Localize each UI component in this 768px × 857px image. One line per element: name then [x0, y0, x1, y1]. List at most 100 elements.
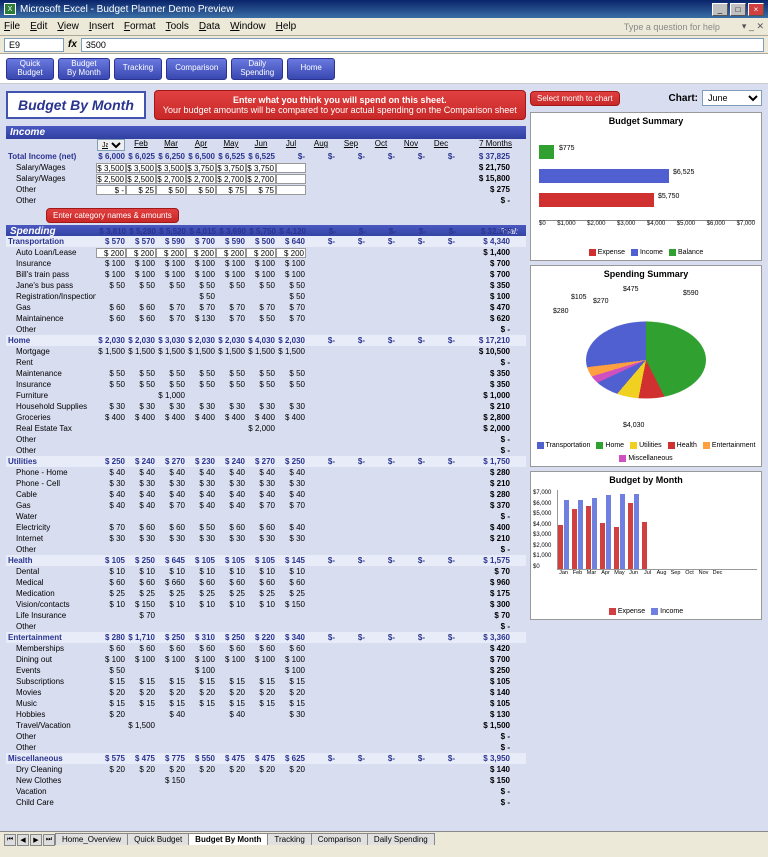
menu-window[interactable]: Window — [230, 21, 266, 32]
cell[interactable]: $ 50 — [96, 369, 126, 378]
menu-data[interactable]: Data — [199, 21, 220, 32]
cell[interactable]: $ 50 — [276, 369, 306, 378]
cell[interactable]: $ 30 — [156, 402, 186, 411]
cell[interactable]: $ 20 — [216, 765, 246, 774]
fx-icon[interactable]: fx — [68, 39, 77, 50]
cell[interactable]: $ 50 — [276, 292, 306, 301]
cell[interactable]: $ 40 — [276, 490, 306, 499]
cell[interactable]: $ 40 — [246, 468, 276, 477]
cell[interactable]: $ 50 — [186, 185, 216, 195]
cell[interactable]: $ 50 — [186, 380, 216, 389]
cell[interactable]: $ 40 — [276, 523, 306, 532]
cell[interactable]: $ 25 — [246, 589, 276, 598]
row-label[interactable]: Other — [6, 732, 96, 741]
row-label[interactable]: Hobbies — [6, 710, 96, 719]
row-label[interactable]: Other — [6, 446, 96, 455]
cell[interactable]: $ 50 — [246, 314, 276, 323]
cell[interactable]: $ 50 — [246, 281, 276, 290]
cell[interactable]: $ 40 — [126, 501, 156, 510]
cell[interactable]: $ 1,500 — [186, 347, 216, 356]
cell[interactable]: $ 2,700 — [246, 174, 276, 184]
cell[interactable]: $ 15 — [96, 677, 126, 686]
cell[interactable]: $ 25 — [126, 589, 156, 598]
cell[interactable]: $ 200 — [126, 248, 156, 258]
cell[interactable]: $ 15 — [156, 699, 186, 708]
cell[interactable]: $ 100 — [126, 259, 156, 268]
cell[interactable]: $ 20 — [276, 688, 306, 697]
cell[interactable]: $ 40 — [96, 490, 126, 499]
cell[interactable]: $ 30 — [246, 479, 276, 488]
cell[interactable]: $ 50 — [96, 666, 126, 675]
cell[interactable]: $ 3,750 — [246, 163, 276, 173]
cell[interactable]: $ 100 — [126, 655, 156, 664]
sheet-tab-home-overview[interactable]: Home_Overview — [55, 833, 128, 845]
cell[interactable]: $ 400 — [216, 413, 246, 422]
cell[interactable]: $ 60 — [126, 303, 156, 312]
cell[interactable]: $ 50 — [186, 292, 216, 301]
cell[interactable]: $ 25 — [96, 589, 126, 598]
cell[interactable]: $ 40 — [216, 501, 246, 510]
formula-input[interactable] — [81, 38, 764, 52]
cell[interactable]: $ 50 — [126, 380, 156, 389]
cell[interactable]: $ 30 — [186, 402, 216, 411]
nav-daily-spending[interactable]: DailySpending — [231, 58, 283, 80]
cell[interactable]: $ 1,500 — [96, 347, 126, 356]
row-label[interactable]: Gas — [6, 501, 96, 510]
cell[interactable]: $ 70 — [156, 501, 186, 510]
row-label[interactable]: Jane's bus pass — [6, 281, 96, 290]
nav-budget-by-month[interactable]: BudgetBy Month — [58, 58, 110, 80]
cell[interactable]: $ 2,500 — [126, 174, 156, 184]
cell[interactable]: $ 30 — [216, 402, 246, 411]
nav-quick-budget[interactable]: QuickBudget — [6, 58, 54, 80]
cell[interactable]: $ 40 — [156, 468, 186, 477]
row-label[interactable]: Child Care — [6, 798, 96, 807]
cell[interactable]: $ 40 — [276, 468, 306, 477]
row-label[interactable]: Medication — [6, 589, 96, 598]
cell[interactable]: $ 100 — [276, 666, 306, 675]
cell[interactable]: $ 30 — [156, 479, 186, 488]
cell[interactable]: $ 20 — [126, 688, 156, 697]
row-label[interactable]: Registration/Inspection — [6, 292, 96, 301]
row-label[interactable]: Rent — [6, 358, 96, 367]
row-label[interactable]: Dining out — [6, 655, 96, 664]
cell[interactable]: $ 50 — [216, 281, 246, 290]
cell[interactable]: $ 70 — [126, 611, 156, 620]
cell[interactable]: $ 25 — [156, 589, 186, 598]
cell[interactable]: $ 50 — [246, 369, 276, 378]
menu-tools[interactable]: Tools — [166, 21, 189, 32]
cell[interactable]: $ 1,500 — [276, 347, 306, 356]
cell[interactable]: $ 50 — [156, 281, 186, 290]
help-search-input[interactable]: Type a question for help — [624, 22, 740, 32]
cell[interactable]: $ 10 — [156, 600, 186, 609]
cell[interactable]: $ 75 — [246, 185, 276, 195]
month-col-sep[interactable]: Sep — [336, 139, 366, 151]
cell[interactable]: $ 10 — [246, 600, 276, 609]
cell[interactable]: $ 15 — [246, 677, 276, 686]
cell[interactable]: $ 70 — [156, 303, 186, 312]
cell[interactable]: $ 1,500 — [156, 347, 186, 356]
cell[interactable]: $ 15 — [156, 677, 186, 686]
cell[interactable]: $ 70 — [246, 501, 276, 510]
cell[interactable]: $ 400 — [246, 413, 276, 422]
cell[interactable]: $ 50 — [96, 281, 126, 290]
cell[interactable]: $ 30 — [276, 479, 306, 488]
row-label[interactable]: Other — [6, 196, 96, 205]
cell[interactable]: $ 100 — [96, 270, 126, 279]
tab-nav-next[interactable]: ▶ — [30, 834, 42, 846]
sheet-tab-budget-by-month[interactable]: Budget By Month — [188, 833, 268, 845]
cell[interactable]: $ 60 — [216, 644, 246, 653]
cell[interactable]: $ 30 — [186, 479, 216, 488]
tab-nav-first[interactable]: ⏮ — [4, 834, 16, 846]
cell[interactable]: $ 200 — [216, 248, 246, 258]
maximize-button[interactable]: □ — [730, 3, 746, 16]
cell[interactable]: $ 70 — [216, 314, 246, 323]
month-col-aug[interactable]: Aug — [306, 139, 336, 151]
cell[interactable]: $ 3,500 — [156, 163, 186, 173]
row-label[interactable]: Other — [6, 325, 96, 334]
row-label[interactable]: Music — [6, 699, 96, 708]
month-col-jan[interactable]: Jan — [96, 139, 126, 151]
minimize-button[interactable]: _ — [712, 3, 728, 16]
cell[interactable]: $ 100 — [246, 655, 276, 664]
cell[interactable]: $ 10 — [186, 600, 216, 609]
cell[interactable]: $ 50 — [246, 380, 276, 389]
